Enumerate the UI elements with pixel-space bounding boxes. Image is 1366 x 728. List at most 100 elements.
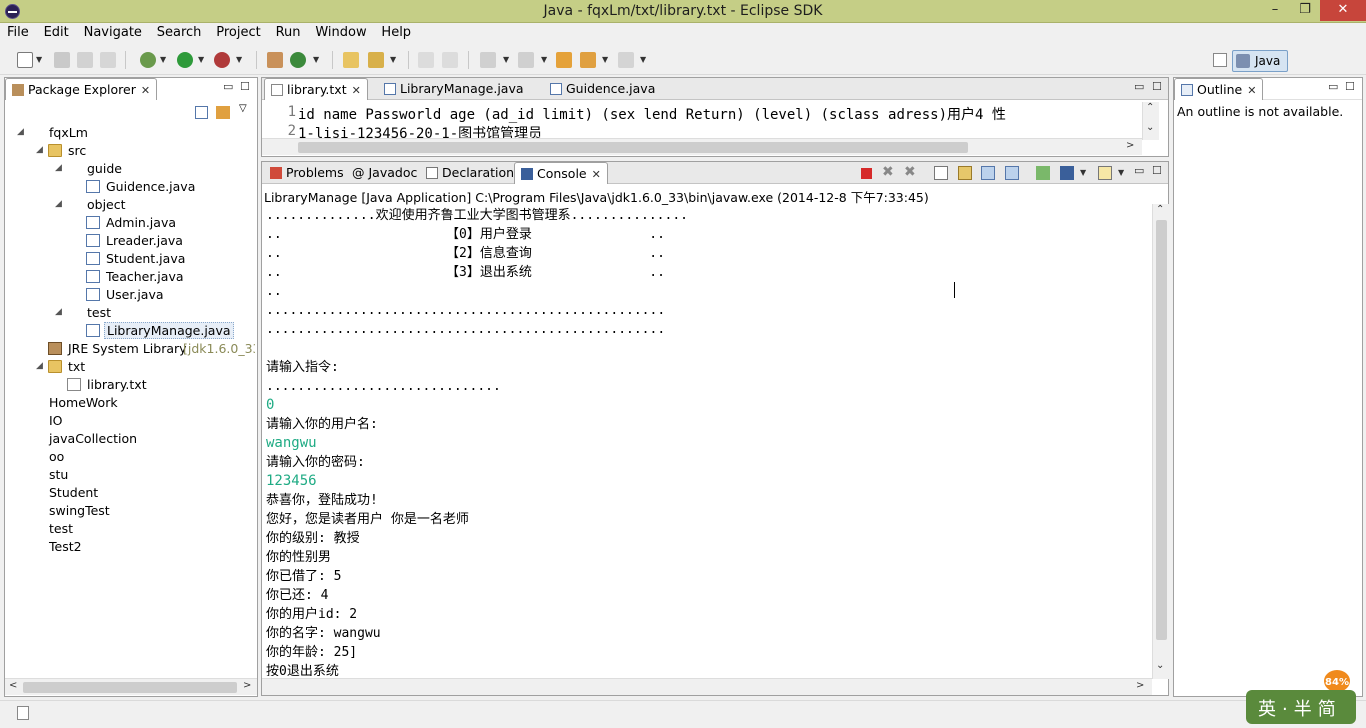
chevron-down-icon[interactable]: ▼ <box>313 55 319 64</box>
tab-console[interactable]: Console ✕ <box>514 162 608 184</box>
close-icon[interactable]: ✕ <box>352 84 361 97</box>
ime-indicator[interactable]: 英·半简 <box>1246 690 1356 724</box>
console-horizontal-scrollbar[interactable]: > <box>262 678 1152 695</box>
menu-project[interactable]: Project <box>209 23 264 40</box>
close-icon[interactable]: ✕ <box>1247 84 1256 97</box>
display-console-icon[interactable] <box>1060 166 1074 180</box>
new-icon[interactable] <box>17 52 33 68</box>
remove-all-terminated-icon[interactable]: ✖ <box>904 164 918 180</box>
chevron-down-icon[interactable]: ▼ <box>503 55 509 64</box>
scroll-thumb[interactable] <box>23 682 237 693</box>
menu-navigate[interactable]: Navigate <box>77 23 146 40</box>
debug-icon[interactable] <box>140 52 156 68</box>
minimize-button[interactable]: – <box>1260 0 1290 21</box>
collapse-all-icon[interactable] <box>195 106 208 119</box>
fast-view-icon[interactable] <box>17 706 29 720</box>
chevron-down-icon[interactable]: ▼ <box>198 55 204 64</box>
expand-toggle-icon[interactable]: ◢ <box>55 163 62 173</box>
close-icon[interactable]: ✕ <box>592 168 601 181</box>
expand-toggle-icon[interactable]: ◢ <box>55 307 62 317</box>
scroll-up-icon[interactable]: ⌃ <box>1146 102 1154 113</box>
menu-run[interactable]: Run <box>269 23 305 40</box>
expand-toggle-icon[interactable]: ◢ <box>55 199 62 209</box>
link-with-editor-icon[interactable] <box>216 106 230 119</box>
new-package-icon[interactable] <box>267 52 283 68</box>
forward-icon[interactable] <box>618 52 634 68</box>
maximize-view-icon[interactable]: ☐ <box>1152 80 1162 93</box>
chevron-down-icon[interactable]: ▼ <box>236 55 242 64</box>
maximize-view-icon[interactable]: ☐ <box>240 80 250 93</box>
chevron-down-icon[interactable]: ▼ <box>390 55 396 64</box>
print-icon[interactable] <box>100 52 116 68</box>
open-perspective-icon[interactable] <box>1213 53 1227 67</box>
tab-librarymanage-java[interactable]: LibraryManage.java <box>378 78 530 100</box>
chevron-down-icon[interactable]: ▼ <box>1118 168 1124 177</box>
back-icon[interactable] <box>580 52 596 68</box>
chevron-down-icon[interactable]: ▼ <box>160 55 166 64</box>
code-line[interactable]: id name Passworld age (ad_id limit) (sex… <box>298 104 1138 124</box>
tab-problems[interactable]: Problems <box>264 162 350 184</box>
java-perspective-button[interactable]: Java <box>1232 50 1288 72</box>
scroll-thumb[interactable] <box>1156 220 1167 640</box>
close-icon[interactable]: ✕ <box>141 84 150 97</box>
last-edit-icon[interactable] <box>556 52 572 68</box>
open-console-icon[interactable] <box>1098 166 1112 180</box>
scroll-down-icon[interactable]: ⌄ <box>1156 660 1164 671</box>
expand-toggle-icon[interactable]: ◢ <box>36 145 43 155</box>
scroll-down-icon[interactable]: ⌄ <box>1146 122 1154 133</box>
console-vertical-scrollbar[interactable]: ⌃ ⌄ <box>1152 204 1169 679</box>
save-icon[interactable] <box>54 52 70 68</box>
save-all-icon[interactable] <box>77 52 93 68</box>
editor-vertical-scrollbar[interactable]: ⌃ ⌄ <box>1142 102 1159 140</box>
scroll-right-icon[interactable]: > <box>1136 680 1144 691</box>
tab-javadoc[interactable]: @ Javadoc <box>346 162 423 184</box>
maximize-button[interactable]: ❐ <box>1290 0 1320 21</box>
chevron-down-icon[interactable]: ▼ <box>36 55 42 64</box>
previous-annotation-icon[interactable] <box>518 52 534 68</box>
console-output[interactable]: ..............欢迎使用齐鲁工业大学图书管理系...........… <box>266 206 1150 676</box>
minimize-view-icon[interactable]: ▭ <box>1134 80 1144 93</box>
toggle-mark-icon[interactable] <box>418 52 434 68</box>
scroll-thumb[interactable] <box>298 142 968 153</box>
tab-library-txt[interactable]: library.txt ✕ <box>264 78 368 100</box>
close-button[interactable]: ✕ <box>1320 0 1366 21</box>
open-type-icon[interactable] <box>343 52 359 68</box>
pin-console-icon[interactable] <box>1036 166 1050 180</box>
menu-edit[interactable]: Edit <box>37 23 73 40</box>
maximize-view-icon[interactable]: ☐ <box>1152 164 1162 177</box>
minimize-view-icon[interactable]: ▭ <box>223 80 233 93</box>
chevron-down-icon[interactable]: ▼ <box>602 55 608 64</box>
external-tools-icon[interactable] <box>214 52 230 68</box>
search-icon[interactable] <box>368 52 384 68</box>
show-on-stderr-icon[interactable] <box>1005 166 1019 180</box>
menu-file[interactable]: File <box>0 23 33 40</box>
expand-toggle-icon[interactable]: ◢ <box>17 127 24 137</box>
menu-search[interactable]: Search <box>150 23 206 40</box>
tab-declaration[interactable]: Declaration <box>420 162 520 184</box>
expand-toggle-icon[interactable]: ◢ <box>36 361 43 371</box>
editor-text-area[interactable]: 1 id name Passworld age (ad_id limit) (s… <box>262 102 1168 142</box>
maximize-view-icon[interactable]: ☐ <box>1345 80 1355 93</box>
show-whitespace-icon[interactable] <box>442 52 458 68</box>
menu-help[interactable]: Help <box>374 23 415 40</box>
clear-console-icon[interactable] <box>934 166 948 180</box>
remove-launch-icon[interactable]: ✖ <box>882 164 896 180</box>
scroll-lock-icon[interactable] <box>958 166 972 180</box>
new-class-icon[interactable] <box>290 52 306 68</box>
minimize-view-icon[interactable]: ▭ <box>1134 164 1144 177</box>
chevron-down-icon[interactable]: ▼ <box>640 55 646 64</box>
scroll-up-icon[interactable]: ⌃ <box>1156 204 1164 215</box>
terminate-icon[interactable] <box>861 168 872 179</box>
chevron-down-icon[interactable]: ▼ <box>541 55 547 64</box>
scroll-left-icon[interactable]: < <box>9 680 17 691</box>
menu-window[interactable]: Window <box>308 23 370 40</box>
scroll-right-icon[interactable]: > <box>1126 140 1134 151</box>
next-annotation-icon[interactable] <box>480 52 496 68</box>
tab-package-explorer[interactable]: Package Explorer ✕ <box>5 78 158 100</box>
view-menu-icon[interactable]: ▽ <box>239 103 247 114</box>
chevron-down-icon[interactable]: ▼ <box>1080 168 1086 177</box>
show-on-stdout-icon[interactable] <box>981 166 995 180</box>
minimize-view-icon[interactable]: ▭ <box>1328 80 1338 93</box>
tab-guidence-java[interactable]: Guidence.java <box>544 78 661 100</box>
editor-horizontal-scrollbar[interactable]: > <box>262 138 1142 155</box>
